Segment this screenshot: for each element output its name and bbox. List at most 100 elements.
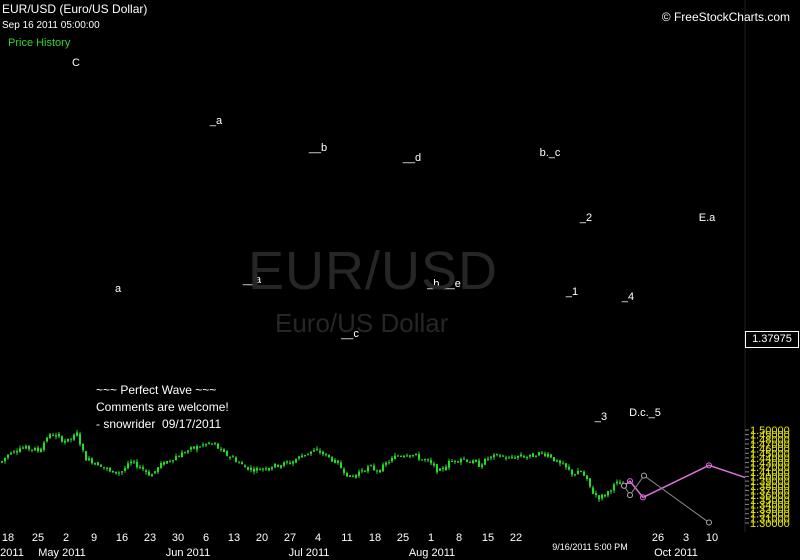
copyright-text[interactable]: © FreeStockCharts.com xyxy=(662,10,790,24)
date-readout: 9/16/2011 5:00 PM xyxy=(552,542,627,552)
date-tick-label: 6 xyxy=(203,532,209,544)
date-tick-label: 26 xyxy=(652,532,664,544)
candle-body xyxy=(73,434,75,440)
candle-body xyxy=(451,461,453,463)
projection-point xyxy=(627,492,633,499)
candle-body xyxy=(313,450,315,452)
candle-body xyxy=(568,466,570,470)
candle-body xyxy=(295,459,297,463)
date-tick-label: 20 xyxy=(256,532,268,544)
candle-body xyxy=(130,461,132,464)
candle-body xyxy=(58,433,60,437)
candle-body xyxy=(619,482,621,485)
candle-body xyxy=(397,455,399,457)
candle-body xyxy=(340,462,342,469)
candle-body xyxy=(274,463,276,468)
candle-body xyxy=(439,468,441,471)
date-tick-label: 23 xyxy=(144,532,156,544)
candle-body xyxy=(250,467,252,470)
month-tick-label: Jul 2011 xyxy=(289,547,330,559)
candle-body xyxy=(376,470,378,472)
candle-body xyxy=(19,448,21,453)
candle-body xyxy=(127,463,129,469)
candle-body xyxy=(7,454,9,458)
candle-body xyxy=(229,457,231,459)
candle-body xyxy=(427,459,429,461)
month-tick-label: 2011 xyxy=(0,547,24,559)
candle-body xyxy=(322,451,324,455)
candle-body xyxy=(28,445,30,450)
name-watermark: Euro/US Dollar xyxy=(275,308,449,338)
candle-body xyxy=(463,458,465,460)
candle-body xyxy=(88,458,90,461)
candle-body xyxy=(112,470,114,473)
candle-body xyxy=(205,443,207,446)
candle-body xyxy=(178,456,180,458)
candle-body xyxy=(316,448,318,451)
month-tick-label: Aug 2011 xyxy=(409,547,455,559)
candle-body xyxy=(97,462,99,466)
candle-body xyxy=(184,452,186,454)
candle-body xyxy=(472,460,474,464)
annotation-note: ~~~ Perfect Wave ~~~ Comments are welcom… xyxy=(96,382,229,433)
candle-body xyxy=(559,460,561,464)
candle-body xyxy=(181,452,183,458)
note-line: - snowrider 09/17/2011 xyxy=(96,417,222,431)
candle-body xyxy=(94,463,96,465)
candle-body xyxy=(490,456,492,459)
candle-body xyxy=(484,458,486,465)
candle-body xyxy=(355,474,357,478)
candle-body xyxy=(571,469,573,475)
last-price-badge: 1.37975 xyxy=(745,331,799,348)
candle-body xyxy=(574,474,576,476)
wave-label: C xyxy=(72,57,80,69)
candle-body xyxy=(220,448,222,450)
candle-body xyxy=(391,457,393,462)
candle-body xyxy=(256,467,258,471)
candle-body xyxy=(502,455,504,457)
wave-label: _2 xyxy=(579,212,592,224)
candle-body xyxy=(334,459,336,463)
candle-body xyxy=(613,484,615,491)
candle-body xyxy=(493,454,495,458)
candle-body xyxy=(157,467,159,473)
candle-body xyxy=(607,491,609,496)
candle-body xyxy=(211,443,213,445)
projection-point xyxy=(641,472,647,479)
candle-body xyxy=(466,459,468,462)
candle-body xyxy=(514,457,516,459)
month-tick-label: Jun 2011 xyxy=(166,547,210,559)
month-tick-label: May 2011 xyxy=(38,547,86,559)
date-tick-label: 1 xyxy=(428,532,434,544)
candle-body xyxy=(46,437,48,442)
candle-body xyxy=(283,462,285,466)
candle-body xyxy=(244,465,246,468)
candle-body xyxy=(310,451,312,454)
candle-body xyxy=(175,456,177,461)
candle-body xyxy=(151,474,153,477)
candle-body xyxy=(598,495,600,500)
date-tick-label: 3 xyxy=(683,532,689,544)
candle-body xyxy=(418,454,420,460)
candle-body xyxy=(67,438,69,442)
candle-body xyxy=(43,442,45,450)
candle-body xyxy=(331,457,333,462)
candle-body xyxy=(79,433,81,445)
candle-body xyxy=(460,458,462,463)
candle-body xyxy=(64,440,66,443)
legend-price-history[interactable]: Price History xyxy=(8,37,70,49)
candle-body xyxy=(223,449,225,453)
candle-body xyxy=(85,451,87,461)
candle-body xyxy=(526,457,528,459)
candle-body xyxy=(424,458,426,460)
candle-body xyxy=(142,467,144,470)
candle-body xyxy=(247,466,249,470)
note-line: ~~~ Perfect Wave ~~~ xyxy=(96,383,217,397)
candle-body xyxy=(265,468,267,470)
candle-body xyxy=(532,453,534,457)
wave-label: E.a xyxy=(699,212,716,224)
candle-body xyxy=(1,461,3,463)
candle-body xyxy=(433,463,435,466)
candle-body xyxy=(4,457,6,462)
date-tick-label: 13 xyxy=(228,532,240,544)
